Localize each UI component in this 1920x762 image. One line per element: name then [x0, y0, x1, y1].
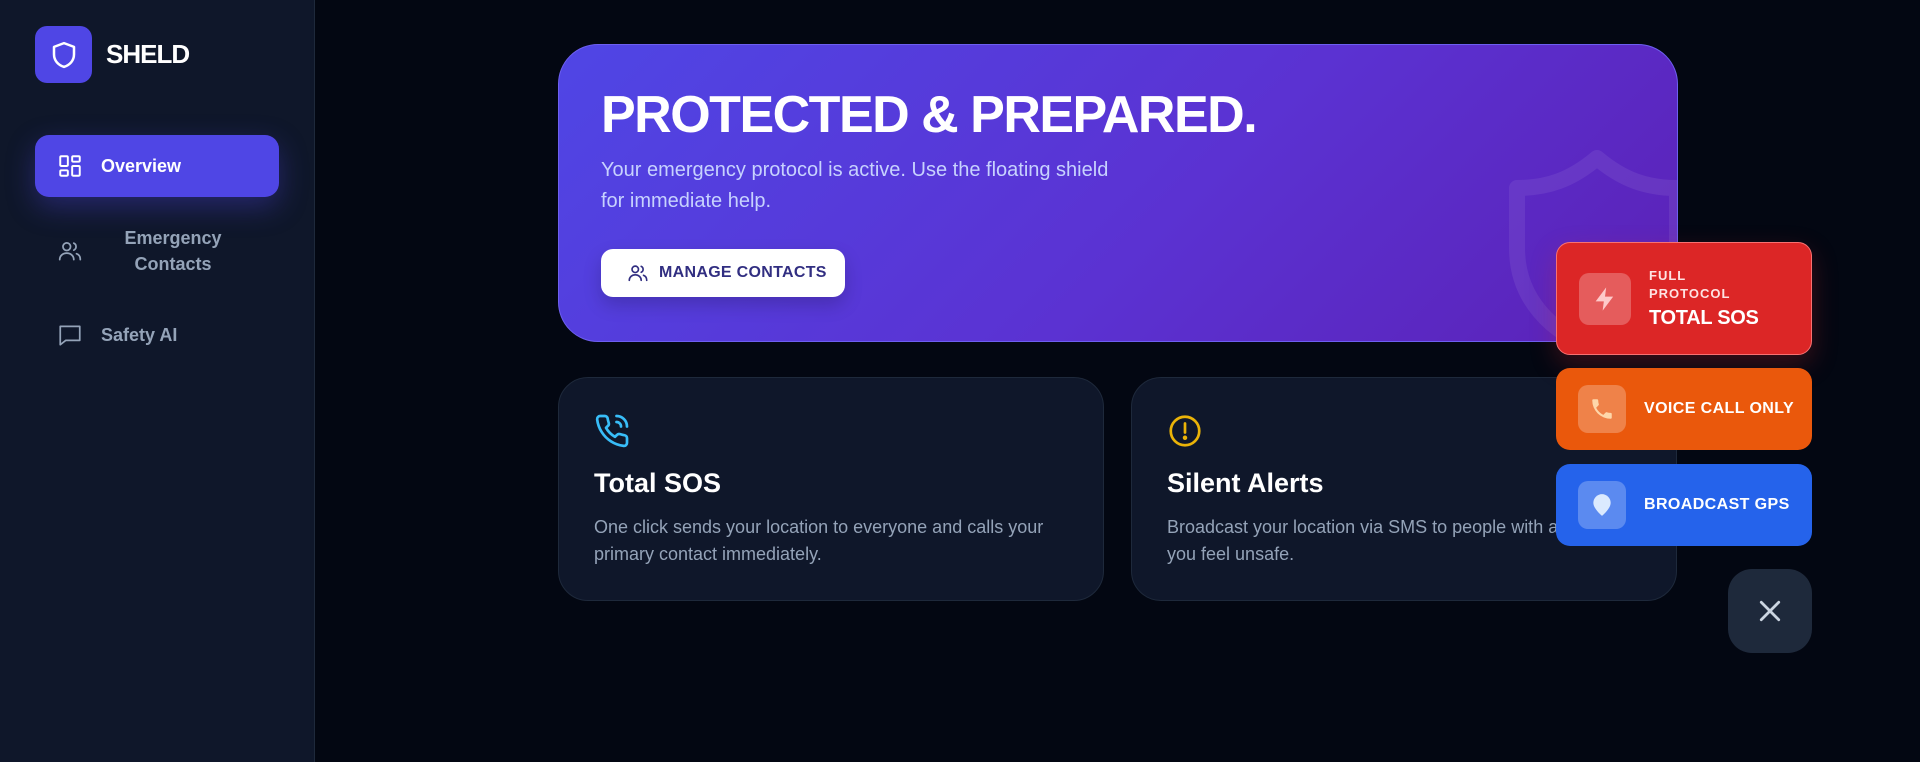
total-sos-text: FULL PROTOCOL TOTAL SOS — [1649, 267, 1759, 330]
sidebar-item-label: Safety AI — [101, 324, 178, 345]
voice-call-button[interactable]: VOICE CALL ONLY — [1556, 368, 1812, 450]
location-pin-icon — [1578, 481, 1626, 529]
shield-icon — [35, 26, 92, 83]
card-title: Total SOS — [594, 468, 722, 498]
brand-name: SHELD — [106, 39, 190, 69]
sidebar-item-overview[interactable]: Overview — [35, 135, 279, 197]
broadcast-gps-button[interactable]: BROADCAST GPS — [1556, 464, 1812, 546]
broadcast-gps-label: BROADCAST GPS — [1644, 496, 1790, 513]
chat-icon — [59, 325, 81, 346]
total-sos-button[interactable]: FULL PROTOCOL TOTAL SOS — [1556, 242, 1812, 355]
hero-title: PROTECTED & PREPARED. — [601, 86, 1258, 144]
users-icon — [58, 242, 82, 261]
hero-subtitle: Your emergency protocol is active. Use t… — [601, 159, 1109, 212]
close-fab-menu-button[interactable] — [1728, 569, 1812, 653]
total-sos-label: TOTAL SOS — [1649, 307, 1759, 329]
hero-banner: PROTECTED & PREPARED. Your emergency pro… — [558, 44, 1678, 342]
phone-icon — [1578, 385, 1626, 433]
card-description: One click sends your location to everyon… — [594, 517, 1044, 564]
phone-call-icon — [595, 414, 629, 448]
sidebar-item-label: Overview — [101, 155, 182, 176]
close-icon — [1759, 600, 1781, 622]
sidebar-item-label: Emergency Contacts — [124, 228, 222, 274]
users-icon — [628, 265, 648, 282]
manage-contacts-button[interactable]: MANAGE CONTACTS — [601, 249, 845, 297]
brand[interactable]: SHELD — [35, 26, 190, 83]
feature-card-total-sos: Total SOS One click sends your location … — [558, 377, 1104, 601]
sidebar-item-emergency-contacts[interactable]: Emergency Contacts — [35, 222, 279, 280]
manage-contacts-label: MANAGE CONTACTS — [659, 264, 827, 281]
app-root: SHELD Overview Emergency Contacts Safety… — [0, 0, 1920, 762]
dashboard-icon — [59, 155, 81, 177]
card-title: Silent Alerts — [1167, 468, 1324, 498]
total-sos-eyebrow: FULL PROTOCOL — [1649, 268, 1731, 301]
sidebar-item-safety-ai[interactable]: Safety AI — [35, 316, 279, 354]
alert-circle-icon — [1169, 415, 1201, 447]
voice-call-label: VOICE CALL ONLY — [1644, 400, 1795, 417]
sidebar: SHELD Overview Emergency Contacts Safety… — [0, 0, 315, 762]
lightning-icon — [1579, 272, 1631, 325]
